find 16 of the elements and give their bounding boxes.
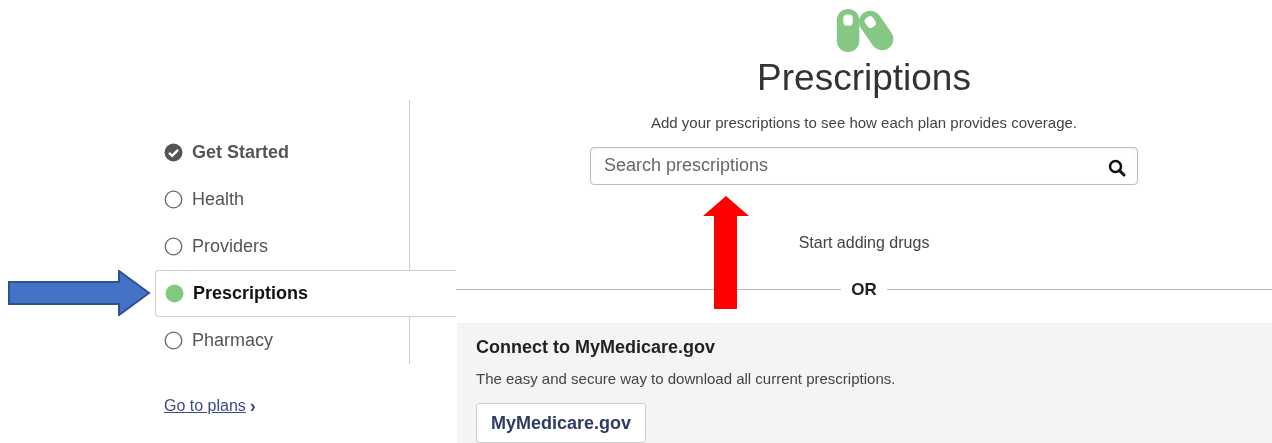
step-item[interactable]: Get Started [155,129,409,176]
search-icon[interactable] [1108,158,1126,177]
panel-title: Connect to MyMedicare.gov [476,335,717,359]
page-title: Prescriptions [757,56,971,101]
search-field[interactable]: Search prescriptions [590,146,1138,185]
step-item[interactable]: Prescriptions [155,270,456,317]
mymedicare-button[interactable]: MyMedicare.gov [476,403,647,443]
step-item[interactable]: Pharmacy [155,317,409,364]
chevron-icon: › [249,397,256,415]
step-item[interactable]: Providers [155,223,409,270]
start-adding-text: Start adding drugs [798,233,930,253]
panel-description: The easy and secure way to download all current prescriptions. [476,368,897,389]
go-to-plans-link[interactable]: Go to plans [164,394,246,418]
subtitle: Add your prescriptions to see how each plan provides coverage. [650,113,1078,134]
or-divider-label: OR [850,279,878,301]
step-item[interactable]: Health [155,176,409,223]
